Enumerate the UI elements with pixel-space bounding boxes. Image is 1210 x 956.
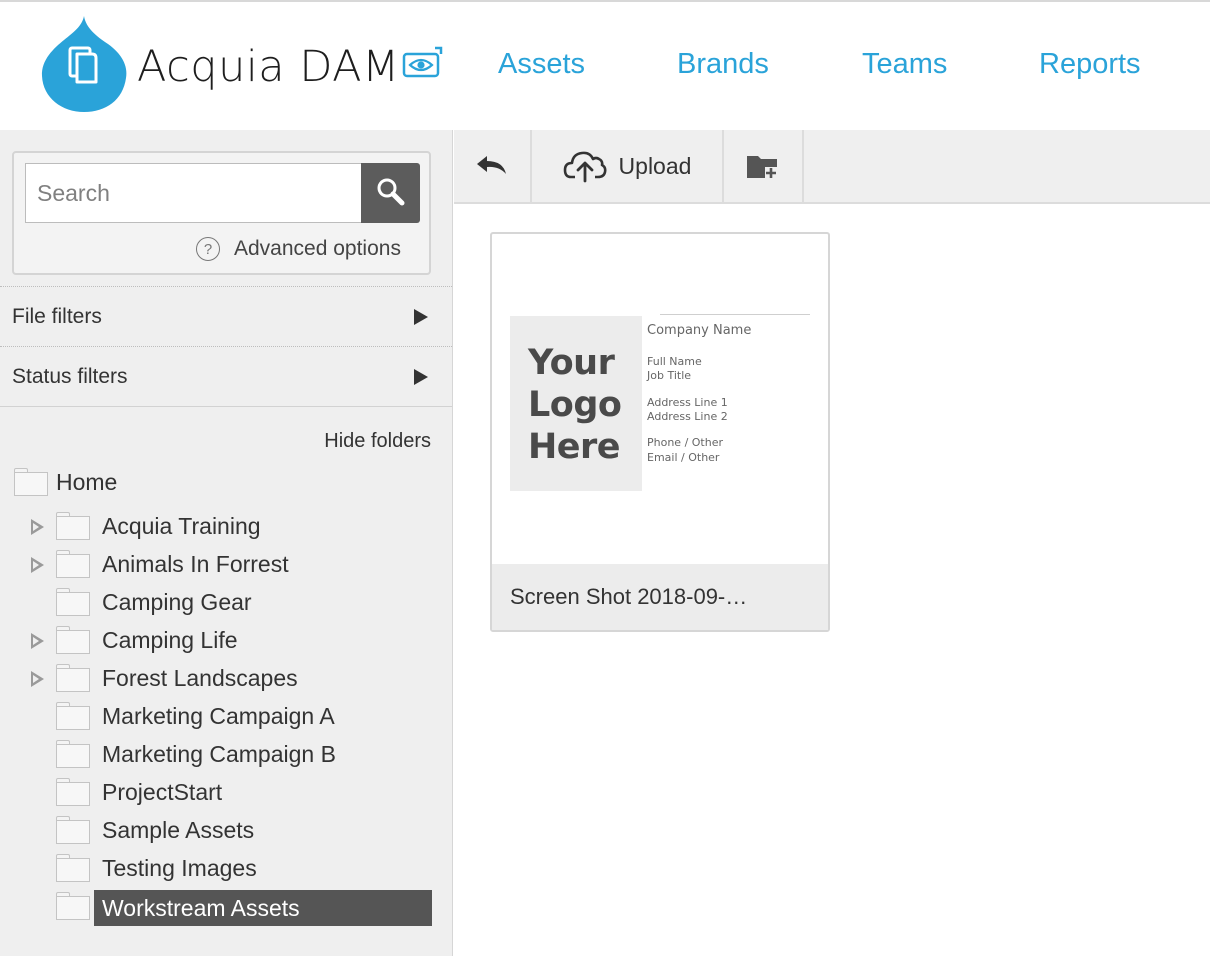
header: Acquia DAM Assets Brands Teams Reports <box>0 2 1210 130</box>
address-line: Address Line 1 <box>647 396 728 409</box>
hide-folders-link[interactable]: Hide folders <box>324 430 431 453</box>
folder-icon <box>56 550 90 578</box>
app-name[interactable]: Acquia DAM <box>137 42 400 92</box>
folder-forest-landscapes[interactable]: Forest Landscapes <box>102 660 298 696</box>
expand-folder-icon[interactable] <box>31 633 44 649</box>
toolbar: Upload <box>454 130 1210 204</box>
back-arrow-icon <box>477 156 506 174</box>
folder-icon <box>56 740 90 768</box>
expand-arrow-icon <box>414 309 428 325</box>
folder-icon <box>56 702 90 730</box>
folder-marketing-campaign-b[interactable]: Marketing Campaign B <box>102 736 336 772</box>
nav-brands[interactable]: Brands <box>677 48 769 81</box>
folder-icon <box>14 468 48 496</box>
new-folder-button[interactable] <box>724 130 804 202</box>
expand-folder-icon[interactable] <box>31 519 44 535</box>
folder-icon <box>56 816 90 844</box>
address-line: Address Line 2 <box>647 410 728 423</box>
advanced-options-link[interactable]: ? Advanced options <box>196 234 401 264</box>
asset-thumbnail: Your Logo Here Company Name Full Name Jo… <box>510 314 810 491</box>
logo-line: Logo <box>528 385 622 425</box>
folder-workstream-assets[interactable]: Workstream Assets <box>94 890 432 926</box>
upload-label: Upload <box>618 152 692 179</box>
logo-placeholder: Your Logo Here <box>510 316 642 491</box>
folder-icon <box>56 892 90 920</box>
logo-line: Here <box>528 427 621 467</box>
expand-arrow-icon <box>414 369 428 385</box>
folder-projectstart[interactable]: ProjectStart <box>102 774 222 810</box>
back-button[interactable] <box>454 130 532 202</box>
phone-line: Phone / Other <box>647 436 724 449</box>
folder-sample-assets[interactable]: Sample Assets <box>102 812 254 848</box>
expand-folder-icon[interactable] <box>31 557 44 573</box>
nav-assets[interactable]: Assets <box>498 48 585 81</box>
full-name: Full Name <box>647 355 702 368</box>
expand-folder-icon[interactable] <box>31 671 44 687</box>
file-filters-label: File filters <box>12 304 102 328</box>
acquia-drop-logo-icon[interactable] <box>40 14 128 114</box>
company-name: Company Name <box>647 323 752 338</box>
status-filters-toggle[interactable]: Status filters <box>0 346 452 406</box>
email-line: Email / Other <box>647 451 720 464</box>
nav-teams[interactable]: Teams <box>862 48 947 81</box>
folder-icon <box>56 512 90 540</box>
folder-acquia-training[interactable]: Acquia Training <box>102 508 261 544</box>
folder-icon <box>56 588 90 616</box>
logo-line: Your <box>528 343 615 383</box>
file-filters-toggle[interactable]: File filters <box>0 286 452 346</box>
search-panel: ? Advanced options <box>12 151 431 275</box>
folder-camping-gear[interactable]: Camping Gear <box>102 584 252 620</box>
asset-title: Screen Shot 2018-09-… <box>492 564 828 630</box>
help-icon: ? <box>196 237 220 261</box>
folder-camping-life[interactable]: Camping Life <box>102 622 238 658</box>
advanced-options-label: Advanced options <box>234 237 401 260</box>
sidebar: ? Advanced options File filters Status f… <box>0 130 453 956</box>
upload-button[interactable]: Upload <box>532 130 724 202</box>
new-folder-icon <box>747 156 777 179</box>
status-filters-label: Status filters <box>12 364 128 388</box>
folder-animals-in-forrest[interactable]: Animals In Forrest <box>102 546 289 582</box>
folder-icon <box>56 778 90 806</box>
folder-marketing-campaign-a[interactable]: Marketing Campaign A <box>102 698 335 734</box>
nav-reports[interactable]: Reports <box>1039 48 1141 81</box>
folder-home[interactable]: Home <box>56 464 117 500</box>
search-input[interactable] <box>25 163 361 223</box>
folder-icon <box>56 854 90 882</box>
folder-testing-images[interactable]: Testing Images <box>102 850 257 886</box>
eye-preview-icon[interactable] <box>402 46 444 80</box>
folder-icon <box>56 664 90 692</box>
search-button[interactable] <box>361 163 420 223</box>
cloud-upload-icon <box>563 151 607 183</box>
search-icon <box>377 178 405 206</box>
folder-icon <box>56 626 90 654</box>
asset-card[interactable]: Your Logo Here Company Name Full Name Jo… <box>490 232 830 632</box>
divider <box>0 406 452 407</box>
job-title: Job Title <box>647 369 692 382</box>
